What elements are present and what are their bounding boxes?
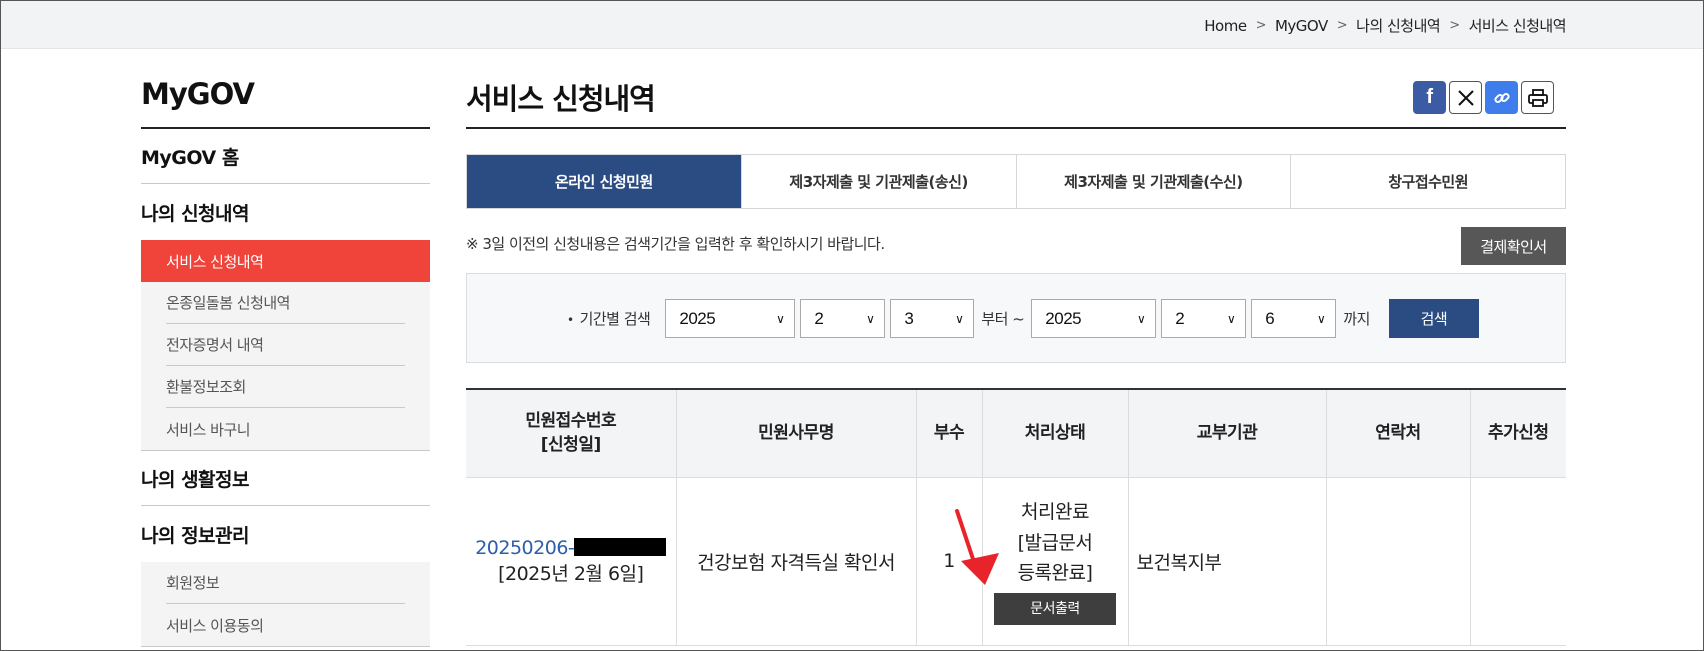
cell-service-name: 건강보험 자격득실 확인서 bbox=[675, 477, 916, 646]
search-label-wrap: • 기간별 검색 bbox=[567, 308, 651, 329]
table-header-row: 민원접수번호 [신청일] 민원사무명 부수 처리상태 교부기관 연락처 추가신청 bbox=[466, 389, 1566, 478]
sidebar-title: MyGOV bbox=[141, 77, 255, 111]
cell-extra-request bbox=[1469, 477, 1566, 646]
document-print-button[interactable]: 문서출력 bbox=[994, 592, 1116, 625]
cell-receipt: 20250206- [2025년 2월 6일] bbox=[466, 477, 676, 646]
to-day-value: 6 bbox=[1265, 308, 1275, 328]
notice-row: ※ 3일 이전의 신청내용은 검색기간을 입력한 후 확인하시기 바랍니다. 결… bbox=[466, 209, 1566, 271]
sidebar-subitem-allday-care[interactable]: 온종일돌봄 신청내역 bbox=[166, 282, 405, 324]
receipt-number-link[interactable]: 20250206- bbox=[475, 537, 667, 559]
bullet-icon: • bbox=[567, 313, 574, 327]
sidebar-subitem-service-consent[interactable]: 서비스 이용동의 bbox=[166, 604, 405, 646]
cell-contact bbox=[1325, 477, 1470, 646]
x-icon[interactable] bbox=[1449, 81, 1482, 114]
to-year-select[interactable]: 2025 ∨ bbox=[1031, 299, 1157, 338]
col-extra-request: 추가신청 bbox=[1469, 389, 1566, 478]
sidebar-item-info-management[interactable]: 나의 정보관리 bbox=[141, 506, 430, 562]
table-row: 20250206- [2025년 2월 6일] 건강보험 자격득실 확인서 1 … bbox=[466, 477, 1566, 646]
col-service-name: 민원사무명 bbox=[675, 389, 916, 478]
sidebar-item-mygov-home[interactable]: MyGOV 홈 bbox=[141, 129, 430, 184]
to-day-select[interactable]: 6 ∨ bbox=[1251, 299, 1337, 338]
payment-confirmation-button[interactable]: 결제확인서 bbox=[1461, 227, 1566, 265]
page-header: 서비스 신청내역 f bbox=[466, 71, 1566, 129]
chevron-down-icon: ∨ bbox=[866, 311, 875, 326]
breadcrumb-home[interactable]: Home bbox=[1204, 17, 1247, 35]
sidebar-subitem-refund-info[interactable]: 환불정보조회 bbox=[166, 366, 405, 408]
from-day-select[interactable]: 3 ∨ bbox=[890, 299, 975, 338]
from-year-value: 2025 bbox=[679, 308, 716, 328]
red-arrow-annotation bbox=[955, 509, 999, 585]
breadcrumb-mygov[interactable]: MyGOV bbox=[1275, 17, 1328, 35]
status-text: 처리완료 bbox=[1021, 501, 1089, 524]
from-day-value: 3 bbox=[904, 308, 914, 328]
col-status: 처리상태 bbox=[981, 389, 1128, 478]
tab-third-party-received[interactable]: 제3자제출 및 기관제출(수신) bbox=[1015, 155, 1291, 208]
sidebar: MyGOV MyGOV 홈 나의 신청내역 서비스 신청내역 온종일돌봄 신청내… bbox=[141, 77, 430, 647]
application-tabs: 온라인 신청민원 제3자제출 및 기관제출(송신) 제3자제출 및 기관제출(수… bbox=[466, 154, 1566, 209]
page-title: 서비스 신청내역 bbox=[466, 82, 656, 116]
col-agency: 교부기관 bbox=[1127, 389, 1326, 478]
chevron-right-icon: > bbox=[1255, 18, 1267, 33]
sidebar-subitem-member-info[interactable]: 회원정보 bbox=[166, 562, 405, 604]
from-year-select[interactable]: 2025 ∨ bbox=[665, 299, 796, 338]
chevron-down-icon: ∨ bbox=[1227, 311, 1236, 326]
chevron-right-icon: > bbox=[1449, 18, 1460, 33]
page-frame: Home > MyGOV > 나의 신청내역 > 서비스 신청내역 MyGOV … bbox=[0, 0, 1704, 651]
redaction-bar bbox=[574, 537, 667, 556]
cell-agency: 보건복지부 bbox=[1127, 477, 1326, 646]
col-receipt-no-label: 민원접수번호 bbox=[525, 410, 617, 431]
tab-counter-applications[interactable]: 창구접수민원 bbox=[1290, 155, 1565, 208]
chevron-down-icon: ∨ bbox=[1317, 311, 1326, 326]
breadcrumb-current[interactable]: 서비스 신청내역 bbox=[1469, 15, 1567, 36]
chevron-right-icon: > bbox=[1336, 18, 1348, 33]
apply-date: [2025년 2월 6일] bbox=[498, 562, 644, 585]
applications-table: 민원접수번호 [신청일] 민원사무명 부수 처리상태 교부기관 연락처 추가신청 … bbox=[466, 388, 1566, 646]
search-label: 기간별 검색 bbox=[579, 310, 651, 328]
breadcrumb: Home > MyGOV > 나의 신청내역 > 서비스 신청내역 bbox=[1204, 15, 1566, 36]
to-year-value: 2025 bbox=[1045, 308, 1082, 328]
sidebar-subitem-service-applications[interactable]: 서비스 신청내역 bbox=[141, 240, 430, 282]
status-detail-2: 등록완료] bbox=[1017, 562, 1093, 585]
link-icon[interactable] bbox=[1485, 81, 1518, 114]
sidebar-item-life-info[interactable]: 나의 생활정보 bbox=[141, 451, 430, 506]
breadcrumb-bar: Home > MyGOV > 나의 신청내역 > 서비스 신청내역 bbox=[1, 1, 1703, 49]
sidebar-item-my-applications[interactable]: 나의 신청내역 bbox=[141, 184, 430, 240]
from-suffix: 부터 ~ bbox=[981, 310, 1025, 328]
search-notice: ※ 3일 이전의 신청내용은 검색기간을 입력한 후 확인하시기 바랍니다. bbox=[466, 235, 885, 253]
receipt-number[interactable]: 20250206- bbox=[475, 537, 575, 559]
print-icon[interactable] bbox=[1521, 81, 1554, 114]
tab-third-party-sent[interactable]: 제3자제출 및 기관제출(송신) bbox=[740, 155, 1016, 208]
sidebar-submenu-info-management: 회원정보 서비스 이용동의 bbox=[141, 562, 430, 647]
col-contact: 연락처 bbox=[1325, 389, 1470, 478]
status-detail-1: [발급문서 bbox=[1017, 531, 1093, 554]
from-month-select[interactable]: 2 ∨ bbox=[800, 299, 886, 338]
from-month-value: 2 bbox=[814, 308, 824, 328]
col-apply-date-label: [신청일] bbox=[540, 435, 601, 456]
chevron-down-icon: ∨ bbox=[955, 311, 964, 326]
sidebar-submenu-applications: 서비스 신청내역 온종일돌봄 신청내역 전자증명서 내역 환불정보조회 서비스 … bbox=[141, 240, 430, 451]
chevron-down-icon: ∨ bbox=[1137, 311, 1146, 326]
to-suffix: 까지 bbox=[1343, 310, 1370, 328]
breadcrumb-my-applications[interactable]: 나의 신청내역 bbox=[1356, 15, 1441, 36]
sidebar-subitem-e-certificates[interactable]: 전자증명서 내역 bbox=[166, 324, 405, 366]
date-search-panel: • 기간별 검색 2025 ∨ 2 ∨ 3 ∨ 부터 ~ 2025 ∨ 2 ∨ 6 ∨ 까지 … bbox=[466, 273, 1566, 363]
search-button[interactable]: 검색 bbox=[1388, 299, 1479, 338]
main-content: 서비스 신청내역 f 온라인 신청민원 제3자제출 및 기관제출(송신) 제3자… bbox=[466, 71, 1566, 646]
chevron-down-icon: ∨ bbox=[776, 311, 785, 326]
to-month-select[interactable]: 2 ∨ bbox=[1161, 299, 1247, 338]
to-month-value: 2 bbox=[1175, 308, 1185, 328]
sidebar-subitem-service-basket[interactable]: 서비스 바구니 bbox=[166, 408, 405, 450]
facebook-icon[interactable]: f bbox=[1413, 81, 1446, 114]
tab-online-applications[interactable]: 온라인 신청민원 bbox=[467, 155, 741, 208]
col-copies: 부수 bbox=[915, 389, 982, 478]
col-receipt-no: 민원접수번호 [신청일] bbox=[466, 389, 676, 478]
share-toolbar: f bbox=[1413, 81, 1554, 114]
